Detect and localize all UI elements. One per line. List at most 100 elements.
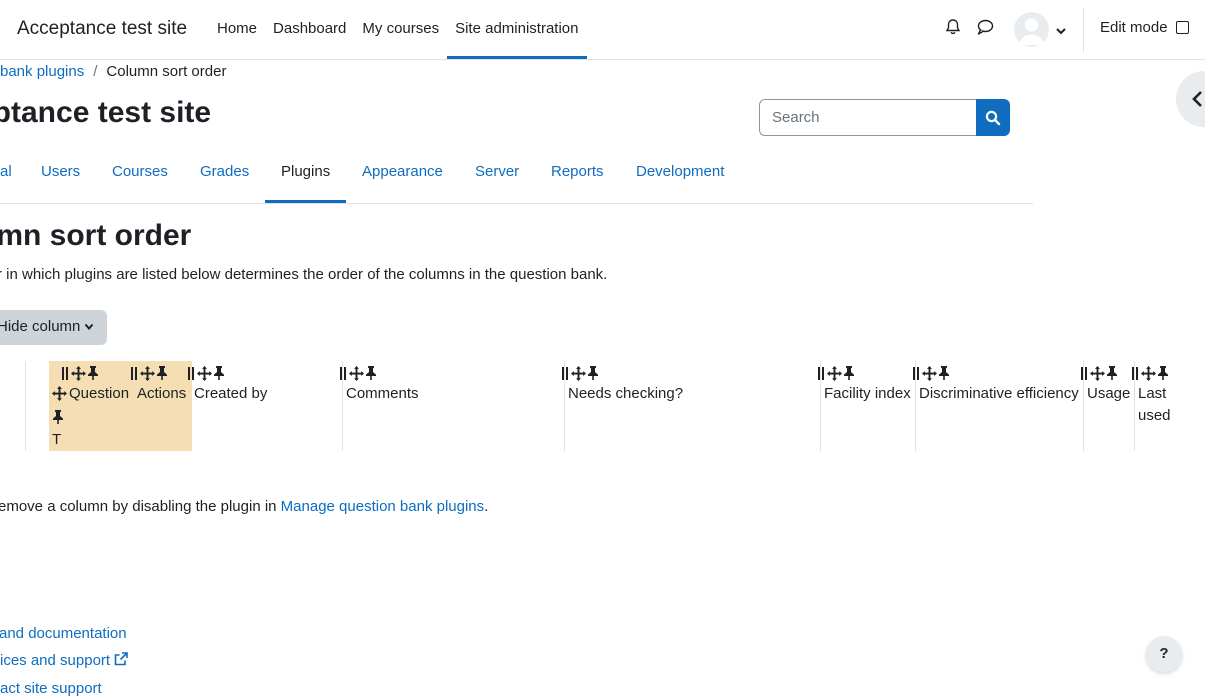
column-controls xyxy=(818,362,856,381)
messages-chat-icon[interactable] xyxy=(976,18,996,38)
move-icon[interactable] xyxy=(71,365,86,381)
tab-users[interactable]: Users xyxy=(25,152,96,201)
primary-navigation: Home Dashboard My courses Site administr… xyxy=(209,0,588,59)
resize-handle-icon[interactable] xyxy=(62,366,68,380)
move-icon[interactable] xyxy=(1090,365,1105,381)
column-controls xyxy=(188,362,226,381)
column-cell-created-by: Created by xyxy=(188,361,340,451)
move-icon[interactable] xyxy=(571,365,586,381)
column-cell-question: Question xyxy=(62,361,130,451)
notifications-bell-icon[interactable] xyxy=(944,18,964,38)
tab-grades[interactable]: Grades xyxy=(184,152,265,201)
resize-handle-icon[interactable] xyxy=(131,366,137,380)
resize-handle-icon[interactable] xyxy=(1081,366,1087,380)
column-label-facility-index: Facility index xyxy=(824,385,911,402)
footer-link-services-wrap: ices and support xyxy=(0,652,129,669)
hide-column-button[interactable]: Hide column xyxy=(0,310,107,345)
column-controls xyxy=(62,362,100,381)
column-sort-table: T Question Actions Created by Comments N… xyxy=(0,361,1205,451)
user-avatar[interactable] xyxy=(1014,12,1049,47)
column-cell-discriminative-efficiency: Discriminative efficiency xyxy=(913,361,1083,451)
hide-column-label: Hide column xyxy=(0,318,81,335)
site-brand[interactable]: Acceptance test site xyxy=(17,18,187,40)
resize-handle-icon[interactable] xyxy=(818,366,824,380)
external-link-icon xyxy=(114,652,129,666)
column-label-needs-checking: Needs checking? xyxy=(568,385,684,402)
move-icon[interactable] xyxy=(922,365,937,381)
nav-my-courses[interactable]: My courses xyxy=(354,0,447,56)
footer-link-documentation[interactable]: and documentation xyxy=(0,625,127,642)
resize-handle-icon[interactable] xyxy=(562,366,568,380)
breadcrumb-link-qbank-plugins[interactable]: bank plugins xyxy=(0,63,84,80)
column-cell-comments: Comments xyxy=(340,361,562,451)
resize-handle-icon[interactable] xyxy=(1132,366,1138,380)
breadcrumb-separator: / xyxy=(93,63,98,80)
user-menu-chevron-down-icon[interactable] xyxy=(1055,23,1075,43)
tab-development[interactable]: Development xyxy=(620,152,740,201)
tab-server[interactable]: Server xyxy=(459,152,535,201)
top-navbar: Acceptance test site Home Dashboard My c… xyxy=(0,0,1205,60)
footer-link-services-support[interactable]: ices and support xyxy=(0,652,110,669)
tab-courses[interactable]: Courses xyxy=(96,152,184,201)
resize-handle-icon[interactable] xyxy=(188,366,194,380)
move-icon[interactable] xyxy=(827,365,842,381)
footnote-period: . xyxy=(484,498,489,515)
column-cell-facility-index: Facility index xyxy=(818,361,914,451)
edit-mode-toggle[interactable] xyxy=(1176,21,1189,34)
move-icon[interactable] xyxy=(349,365,364,381)
move-icon[interactable] xyxy=(1141,365,1156,381)
column-divider xyxy=(25,361,26,451)
nav-dashboard[interactable]: Dashboard xyxy=(265,0,354,56)
chevron-left-icon xyxy=(1192,91,1202,107)
nav-home[interactable]: Home xyxy=(209,0,265,56)
column-cell-leading xyxy=(25,361,49,451)
column-controls xyxy=(562,362,600,381)
column-cell-actions: Actions xyxy=(131,361,189,451)
pin-icon[interactable] xyxy=(213,366,225,381)
pin-icon[interactable] xyxy=(87,366,99,381)
pin-icon[interactable] xyxy=(843,366,855,381)
column-label-discriminative-efficiency: Discriminative efficiency xyxy=(919,385,1079,402)
column-label-comments: Comments xyxy=(346,385,419,402)
page-title: umn sort order xyxy=(0,219,192,252)
resize-handle-icon[interactable] xyxy=(913,366,919,380)
column-label-usage: Usage xyxy=(1087,385,1131,402)
pin-icon[interactable] xyxy=(938,366,950,381)
footer-link-contact-site-support[interactable]: act site support xyxy=(0,680,102,697)
pin-icon[interactable] xyxy=(587,366,599,381)
column-label-created-by: Created by xyxy=(194,385,268,402)
column-cell-last-used: Last used xyxy=(1132,361,1184,451)
chevron-down-icon xyxy=(84,323,94,331)
admin-search xyxy=(759,99,1010,136)
page-intro: r in which plugins are listed below dete… xyxy=(0,266,608,283)
column-cell-needs-checking: Needs checking? xyxy=(562,361,819,451)
column-label-actions: Actions xyxy=(137,385,187,402)
pin-icon[interactable] xyxy=(52,409,64,431)
column-label-last-used: Last used xyxy=(1138,385,1171,424)
tab-plugins[interactable]: Plugins xyxy=(265,152,347,203)
breadcrumb: bank plugins / Column sort order xyxy=(0,63,226,80)
column-label-t: T xyxy=(52,431,62,448)
nav-site-administration[interactable]: Site administration xyxy=(447,0,588,59)
pin-icon[interactable] xyxy=(1106,366,1118,381)
footnote-text: emove a column by disabling the plugin i… xyxy=(0,498,281,515)
column-controls xyxy=(340,362,378,381)
resize-handle-icon[interactable] xyxy=(340,366,346,380)
tab-appearance[interactable]: Appearance xyxy=(346,152,459,201)
pin-icon[interactable] xyxy=(365,366,377,381)
manage-qbank-plugins-link[interactable]: Manage question bank plugins xyxy=(281,498,484,515)
move-icon[interactable] xyxy=(197,365,212,381)
tab-general[interactable]: al xyxy=(0,152,28,201)
search-button[interactable] xyxy=(976,99,1010,136)
tab-reports[interactable]: Reports xyxy=(535,152,620,201)
block-drawer-toggle[interactable] xyxy=(1176,71,1205,127)
search-icon xyxy=(985,110,1001,126)
search-input[interactable] xyxy=(759,99,977,136)
column-controls xyxy=(1132,362,1170,381)
pin-icon[interactable] xyxy=(1157,366,1169,381)
pin-icon[interactable] xyxy=(156,366,168,381)
edit-mode-label: Edit mode xyxy=(1100,19,1168,36)
help-button[interactable]: ? xyxy=(1146,636,1182,672)
column-cell-usage: Usage xyxy=(1081,361,1134,451)
move-icon[interactable] xyxy=(140,365,155,381)
